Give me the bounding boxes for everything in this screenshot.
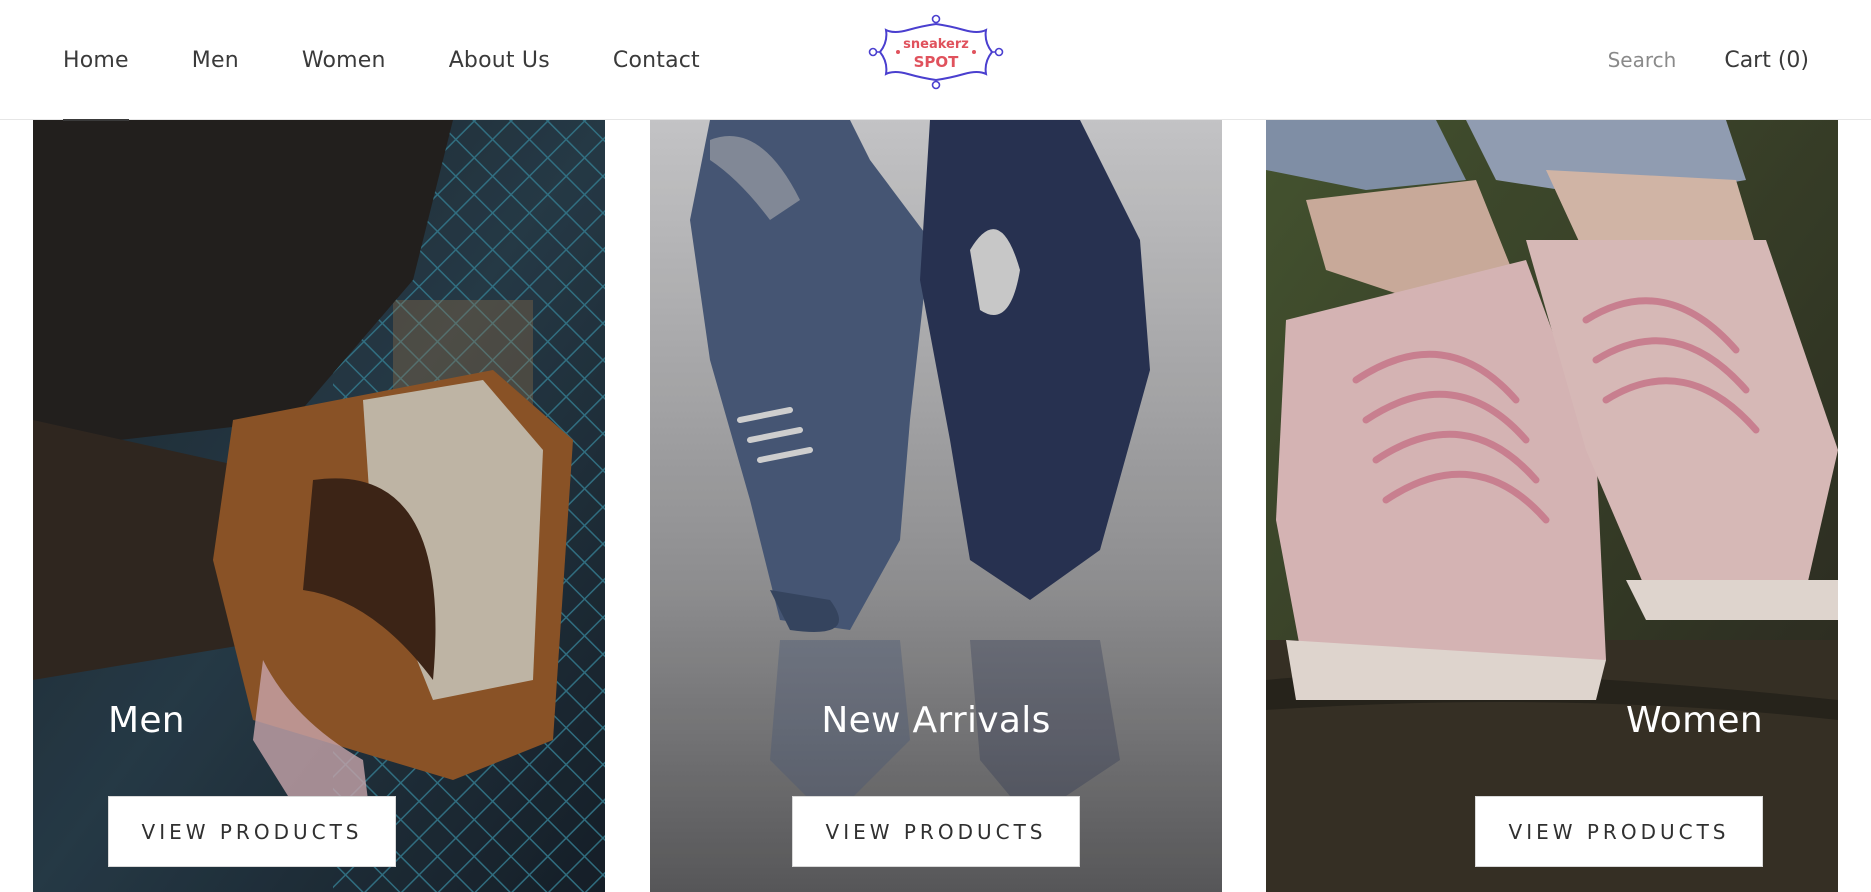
logo-line1: sneakerz — [903, 37, 969, 52]
cart-link[interactable]: Cart (0) — [1724, 48, 1809, 73]
nav-item-contact[interactable]: Contact — [613, 0, 700, 120]
collection-card-men[interactable]: Men VIEW PRODUCTS — [33, 120, 605, 892]
pink-sneakers-on-log-photo — [1266, 120, 1838, 892]
nav-item-men[interactable]: Men — [192, 0, 239, 120]
main-nav: Home Men Women About Us Contact — [63, 0, 763, 121]
nav-item-about-us[interactable]: About Us — [449, 0, 550, 120]
sneakerz-spot-logo: sneakerz SPOT — [868, 14, 1004, 90]
sneaker-chainlink-fence-photo — [33, 120, 605, 892]
collection-title: Women — [1625, 700, 1763, 741]
search-link[interactable]: Search — [1608, 48, 1677, 72]
nav-item-women[interactable]: Women — [302, 0, 386, 120]
view-products-button[interactable]: VIEW PRODUCTS — [108, 796, 396, 867]
nav-item-home[interactable]: Home — [63, 0, 129, 121]
view-products-button[interactable]: VIEW PRODUCTS — [1475, 796, 1763, 867]
view-products-button[interactable]: VIEW PRODUCTS — [792, 796, 1080, 867]
logo-line2: SPOT — [914, 53, 960, 71]
collection-title: Men — [108, 700, 185, 741]
blue-sneakers-reflection-photo — [650, 120, 1222, 892]
collection-card-women[interactable]: Women VIEW PRODUCTS — [1266, 120, 1838, 892]
site-header: Home Men Women About Us Contact sneakerz… — [0, 0, 1871, 121]
collection-title: New Arrivals — [821, 700, 1051, 741]
site-logo[interactable]: sneakerz SPOT — [864, 12, 1008, 92]
header-actions: Search Cart (0) — [1608, 0, 1809, 120]
collection-card-new-arrivals[interactable]: New Arrivals VIEW PRODUCTS — [650, 120, 1222, 892]
